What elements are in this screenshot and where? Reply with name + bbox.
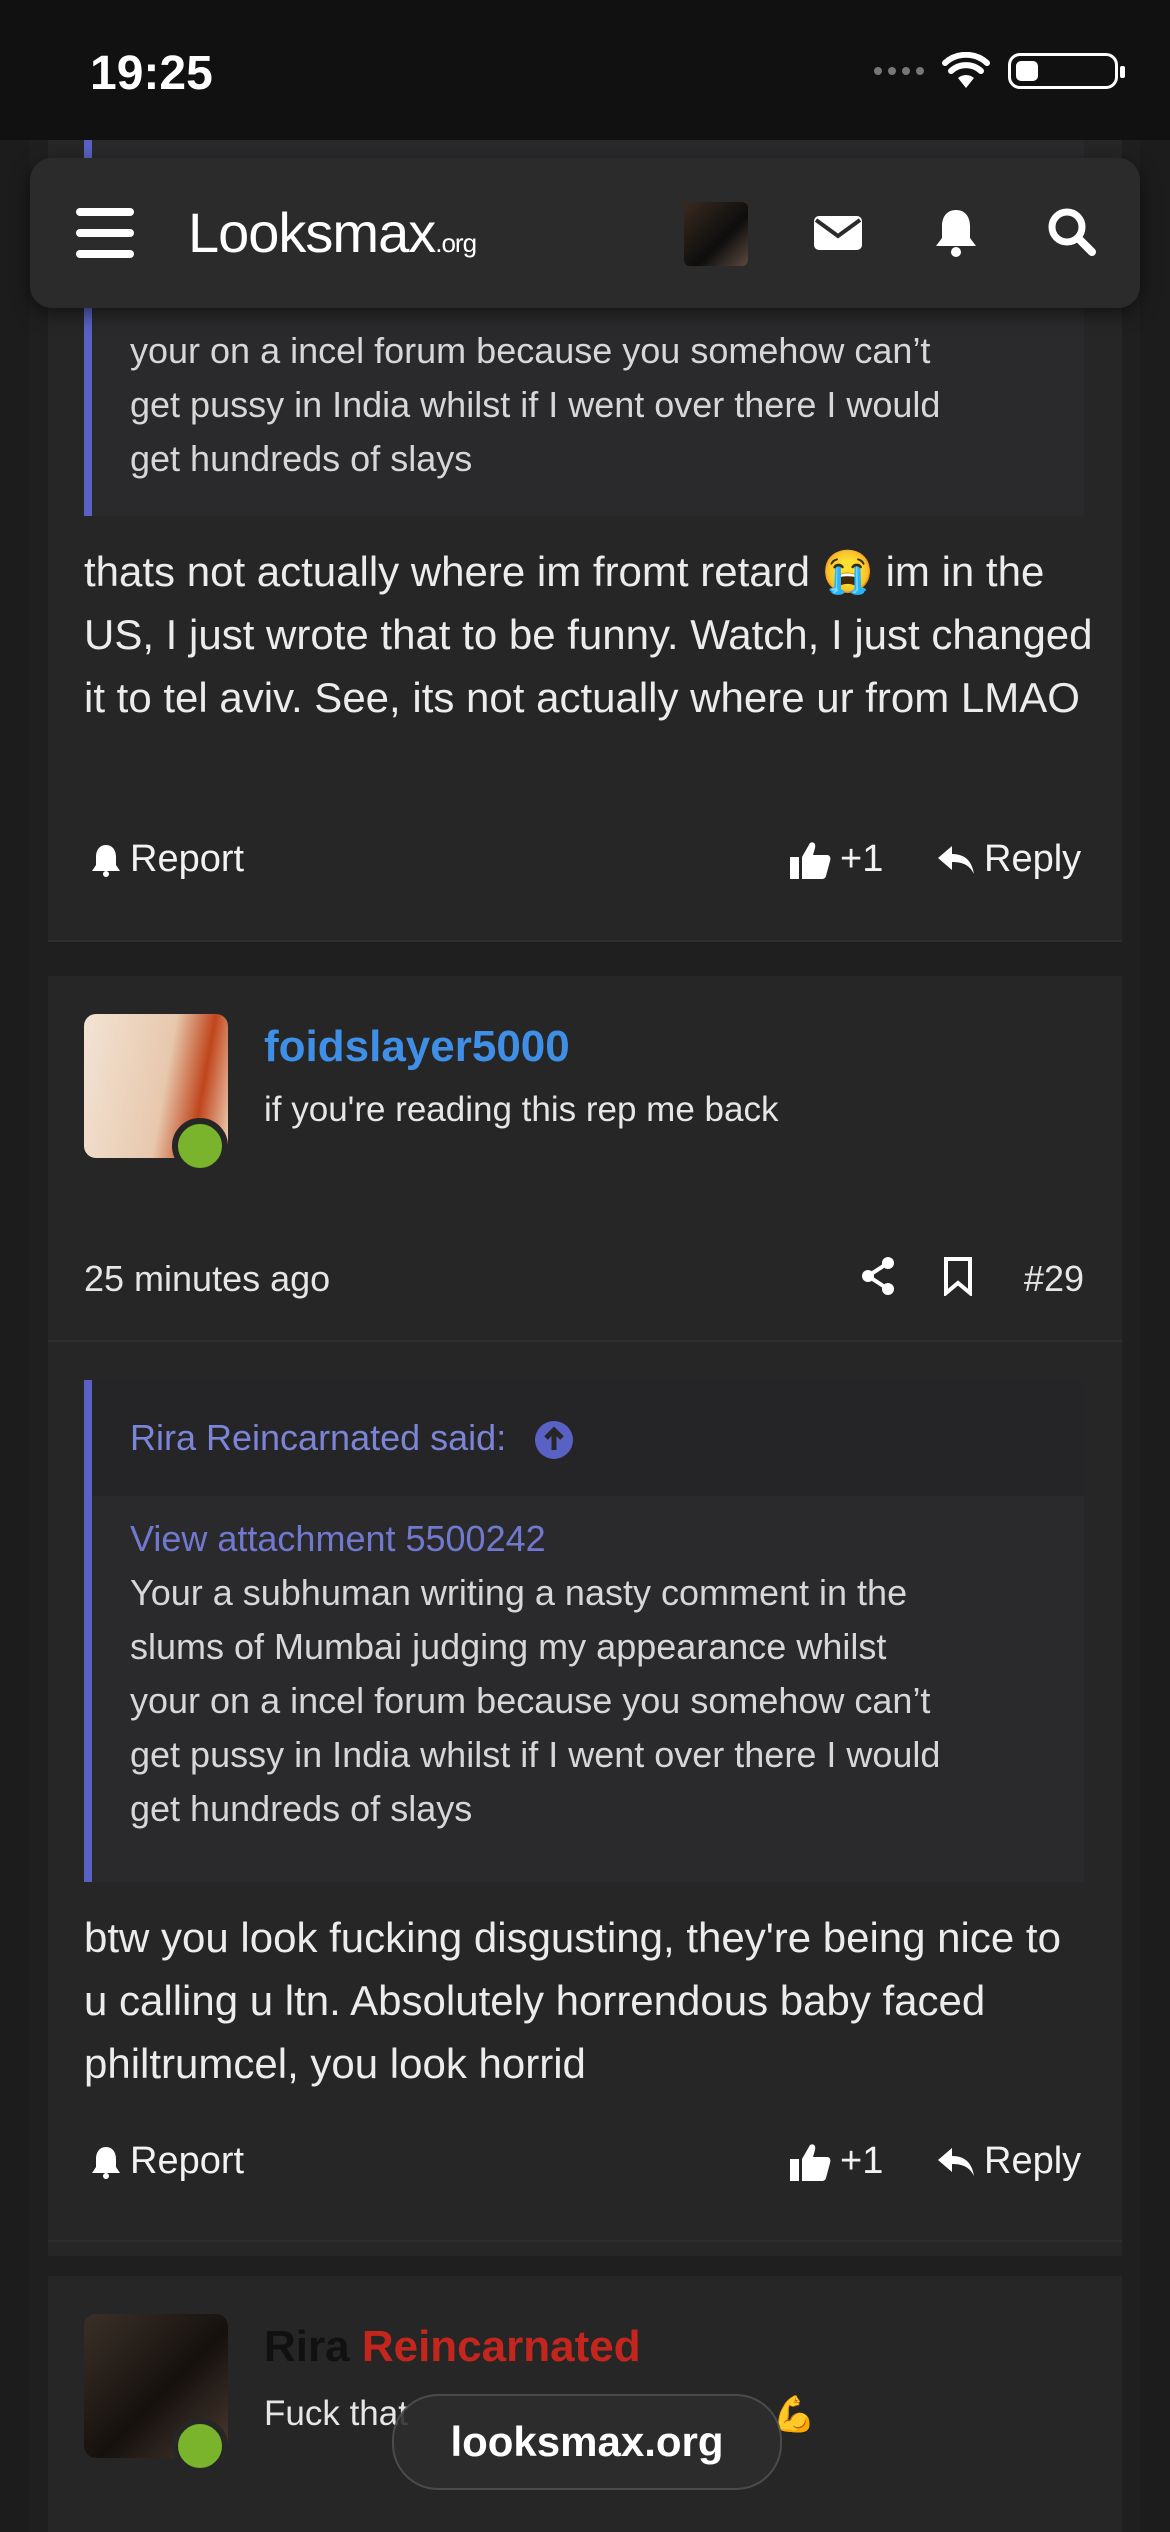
divider [48,2240,1122,2242]
divider [48,1340,1122,1342]
site-header: Looksmax.org [30,158,1140,308]
signal-icon [874,67,924,75]
reply-button[interactable]: Reply [936,2140,1081,2183]
logo-suffix: .org [435,228,477,258]
bell-icon [92,844,120,877]
report-label: Report [130,838,245,880]
post-actions: Report +1 Reply [84,2140,1084,2200]
reply-icon [938,845,974,874]
online-indicator [172,2418,228,2474]
reply-label: Reply [984,2140,1082,2182]
quote-line: your on a incel forum because you someho… [130,330,931,371]
quote-header[interactable]: Rira Reincarnated said: [92,1380,1084,1496]
like-count: +1 [840,838,884,880]
reply-label: Reply [984,838,1082,880]
battery-icon [1008,53,1125,89]
quote-line: Your a subhuman writing a nasty comment … [130,1572,908,1613]
quote-line: slums of Mumbai judging my appearance wh… [130,1626,887,1667]
post-body: thats not actually where im fromt retard… [84,548,1093,721]
like-button[interactable]: +1 [788,2140,883,2183]
like-count: +1 [840,2140,884,2182]
thumbs-up-icon [790,841,831,879]
quote-line: get pussy in India whilst if I went over… [130,384,941,425]
site-logo[interactable]: Looksmax.org [188,200,477,265]
bookmark-icon[interactable] [942,1256,974,1296]
quote-author: Rira Reincarnated said: [130,1417,507,1458]
divider [48,940,1122,942]
search-icon[interactable] [1044,204,1100,260]
reply-icon [938,2147,974,2176]
status-icons [874,52,1125,90]
menu-icon[interactable] [76,208,134,258]
post-meta: 25 minutes ago #29 [84,1250,1084,1310]
reply-button[interactable]: Reply [936,838,1081,881]
user-title: Fuck that 💪 [264,2394,816,2434]
arrow-up-circle-icon[interactable] [534,1420,574,1460]
arrow-pointer [122,1186,192,1218]
quote-line: get pussy in India whilst if I went over… [130,1734,941,1775]
bell-icon [92,2146,120,2179]
quote-block: Rira Reincarnated said: View attachment … [84,1380,1084,1882]
quote-line: get hundreds of slays [130,1788,473,1829]
username[interactable]: foidslayer5000 [264,1022,570,1072]
username-part: Reincarnated [361,2322,641,2371]
status-time: 19:25 [90,47,213,100]
quote-line: your on a incel forum because you someho… [130,1680,931,1721]
report-button[interactable]: Report [90,2140,244,2183]
user-info: foidslayer5000 if you're reading this re… [48,976,1122,1216]
logo-main: Looksmax [188,201,436,264]
user-title: if you're reading this rep me back [264,1090,779,1129]
share-icon[interactable] [860,1256,896,1296]
online-indicator [172,1118,228,1174]
report-button[interactable]: Report [90,838,244,881]
url-toast[interactable]: looksmax.org [392,2394,782,2490]
post-body: btw you look fucking disgusting, they're… [84,1914,1061,2087]
post-actions: Report +1 Reply [84,838,1084,898]
username-part: Rira [264,2322,350,2371]
user-title-text: Fuck that [264,2394,408,2433]
mail-icon[interactable] [810,204,866,260]
thumbs-up-icon [790,2143,831,2181]
report-label: Report [130,2140,245,2182]
post-time[interactable]: 25 minutes ago [84,1258,330,1300]
bell-icon[interactable] [928,204,984,260]
like-button[interactable]: +1 [788,838,883,881]
status-bar: 19:25 [0,0,1170,140]
attachment-link[interactable]: View attachment 5500242 [130,1512,1084,1566]
post-number[interactable]: #29 [1024,1258,1084,1300]
quote-line: get hundreds of slays [130,438,473,479]
username[interactable]: Rira Reincarnated [264,2322,641,2372]
account-avatar[interactable] [684,202,748,266]
wifi-icon [942,52,990,88]
